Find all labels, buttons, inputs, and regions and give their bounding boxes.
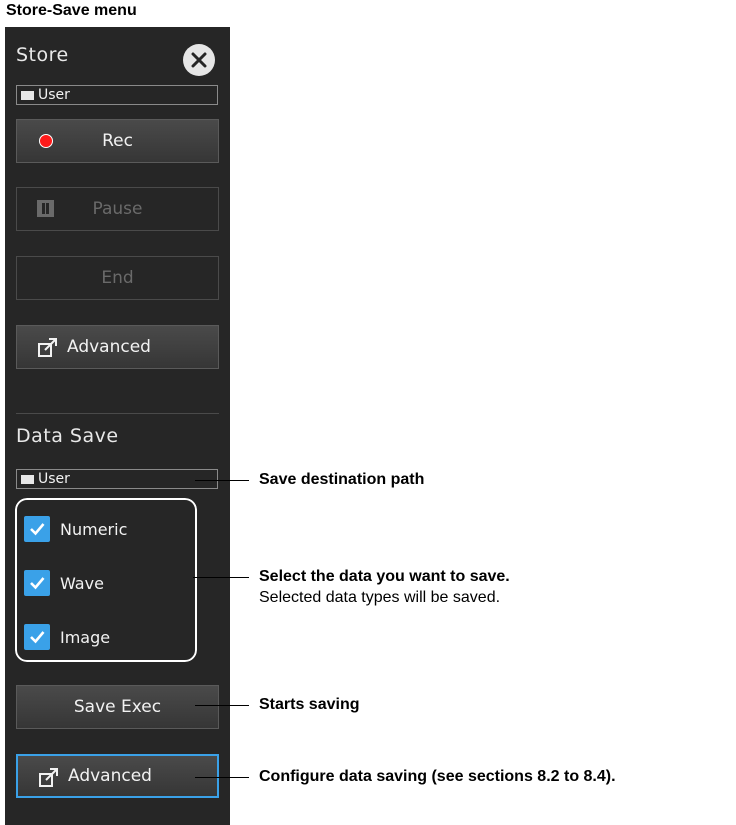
data-save-path-field[interactable]: User (16, 469, 218, 489)
checkbox-checked-icon (24, 570, 50, 596)
checkbox-wave[interactable]: Wave (24, 570, 104, 596)
save-exec-button[interactable]: Save Exec (16, 685, 219, 729)
data-save-title: Data Save (16, 425, 119, 447)
store-path-text: User (38, 87, 70, 103)
pause-label: Pause (92, 199, 143, 219)
checkbox-numeric[interactable]: Numeric (24, 516, 127, 542)
external-window-icon (38, 338, 57, 357)
close-icon (191, 52, 207, 68)
save-exec-label: Save Exec (73, 697, 162, 717)
data-save-path-text: User (38, 471, 70, 487)
callout-line-save-exec (195, 705, 249, 706)
end-button[interactable]: End (16, 256, 219, 300)
checkbox-checked-icon (24, 624, 50, 650)
folder-icon (21, 90, 34, 100)
callout-line-select (193, 577, 249, 578)
figure-caption: Store-Save menu (6, 2, 137, 19)
callout-select-desc: Selected data types will be saved. (259, 589, 501, 606)
section-divider (16, 413, 219, 414)
callout-line-advanced (195, 777, 249, 778)
pause-button[interactable]: Pause (16, 187, 219, 231)
data-type-checkbox-group: Numeric Wave Image (14, 497, 198, 663)
data-save-advanced-button[interactable]: Advanced (16, 754, 219, 798)
checkbox-checked-icon (24, 516, 50, 542)
folder-icon (21, 474, 34, 484)
callout-save-exec: Starts saving (259, 696, 360, 713)
callout-select-title: Select the data you want to save. (259, 568, 510, 585)
checkbox-label: Wave (60, 573, 104, 593)
callout-line-path (195, 480, 249, 481)
end-label: End (101, 268, 134, 288)
close-button[interactable] (183, 44, 215, 76)
callout-path: Save destination path (259, 471, 425, 488)
rec-button[interactable]: Rec (16, 119, 219, 163)
callout-advanced: Configure data saving (see sections 8.2 … (259, 768, 616, 785)
checkbox-label: Image (60, 627, 111, 647)
checkbox-image[interactable]: Image (24, 624, 110, 650)
rec-label: Rec (102, 131, 133, 151)
store-title: Store (16, 44, 69, 66)
store-advanced-label: Advanced (67, 337, 151, 357)
store-advanced-button[interactable]: Advanced (16, 325, 219, 369)
store-path-field[interactable]: User (16, 85, 218, 105)
external-window-icon (39, 768, 58, 787)
checkbox-label: Numeric (60, 519, 128, 539)
data-save-advanced-label: Advanced (68, 766, 152, 786)
